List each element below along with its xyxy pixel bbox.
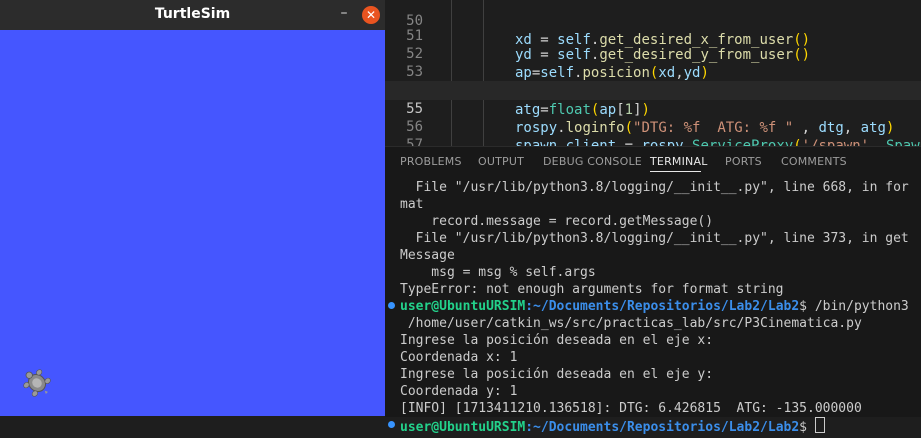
turtlesim-canvas: [0, 30, 385, 416]
minimize-button[interactable]: –: [336, 6, 352, 22]
command-status-dot[interactable]: [388, 302, 395, 309]
terminal-line: File "/usr/lib/python3.8/logging/__init_…: [400, 231, 909, 246]
terminal-line: TypeError: not enough arguments for form…: [400, 282, 784, 297]
panel-tabs: PROBLEMS OUTPUT DEBUG CONSOLE TERMINAL P…: [385, 147, 921, 177]
code-line[interactable]: 54 atg=float(ap[1]): [385, 63, 921, 118]
code-line[interactable]: 51 yd = self.get_desired_y_from_user(): [385, 8, 921, 63]
terminal-cursor[interactable]: [814, 417, 825, 433]
terminal-line: Ingrese la posición deseada en el eje x:: [400, 333, 714, 348]
terminal-line: Message: [400, 248, 455, 263]
terminal-line: mat: [400, 197, 424, 212]
prompt-symbol: $: [799, 299, 807, 314]
tab-comments[interactable]: COMMENTS: [781, 155, 847, 168]
tab-debug-console[interactable]: DEBUG CONSOLE: [543, 155, 642, 168]
window-title: TurtleSim: [154, 6, 231, 22]
code-line[interactable]: 58 reset = kill_client(name='turtle1'): [385, 136, 921, 146]
active-tab-underline: [650, 171, 701, 172]
terminal[interactable]: File "/usr/lib/python3.8/logging/__init_…: [385, 179, 921, 435]
close-button[interactable]: ✕: [362, 6, 380, 24]
bottom-panel: PROBLEMS OUTPUT DEBUG CONSOLE TERMINAL P…: [385, 146, 921, 435]
terminal-prompt-line: user@UbuntuURSIM:~/Documents/Repositorio…: [400, 417, 825, 438]
terminal-line: /home/user/catkin_ws/src/practicas_lab/s…: [400, 316, 862, 331]
terminal-line: File "/usr/lib/python3.8/logging/__init_…: [400, 180, 909, 195]
code-line[interactable]: 57 kill_client = rospy.ServiceProxy('/ki…: [385, 117, 921, 146]
code-line-current[interactable]: 55 rospy.loginfo("DTG: %f ATG: %f " , dt…: [385, 81, 921, 136]
prompt-symbol: $: [799, 420, 807, 435]
terminal-line: Coordenada y: 1: [400, 384, 518, 399]
command-text: /bin/python3: [807, 299, 909, 314]
terminal-line: Coordenada x: 1: [400, 350, 518, 365]
terminal-line: msg = msg % self.args: [400, 265, 596, 280]
tab-problems[interactable]: PROBLEMS: [400, 155, 462, 168]
prompt-user: user@UbuntuURSIM: [400, 420, 526, 435]
tab-output[interactable]: OUTPUT: [478, 155, 524, 168]
turtlesim-titlebar[interactable]: TurtleSim – ✕: [0, 0, 385, 30]
code-line[interactable]: 56 spawn_client = rospy.ServiceProxy('/s…: [385, 99, 921, 146]
code-line[interactable]: 53 dtg=float(ap[0]): [385, 44, 921, 99]
terminal-line: record.message = record.getMessage(): [400, 214, 714, 229]
turtlesim-window: TurtleSim – ✕: [0, 0, 385, 416]
command-status-dot[interactable]: [388, 421, 395, 428]
code-line[interactable]: 52 ap=self.posicion(xd,yd): [385, 26, 921, 81]
tab-terminal[interactable]: TERMINAL: [650, 155, 708, 168]
prompt-path: :~/Documents/Repositorios/Lab2/Lab2: [525, 420, 800, 435]
tab-ports[interactable]: PORTS: [725, 155, 762, 168]
turtle-icon: [23, 369, 51, 397]
code-editor[interactable]: 50 xd = self.get_desired_x_from_user() 5…: [385, 0, 921, 146]
prompt-user: user@UbuntuURSIM: [400, 299, 526, 314]
terminal-prompt-line: user@UbuntuURSIM:~/Documents/Repositorio…: [400, 298, 909, 317]
prompt-path: :~/Documents/Repositorios/Lab2/Lab2: [525, 299, 800, 314]
terminal-line: Ingrese la posición deseada en el eje y:: [400, 367, 714, 382]
